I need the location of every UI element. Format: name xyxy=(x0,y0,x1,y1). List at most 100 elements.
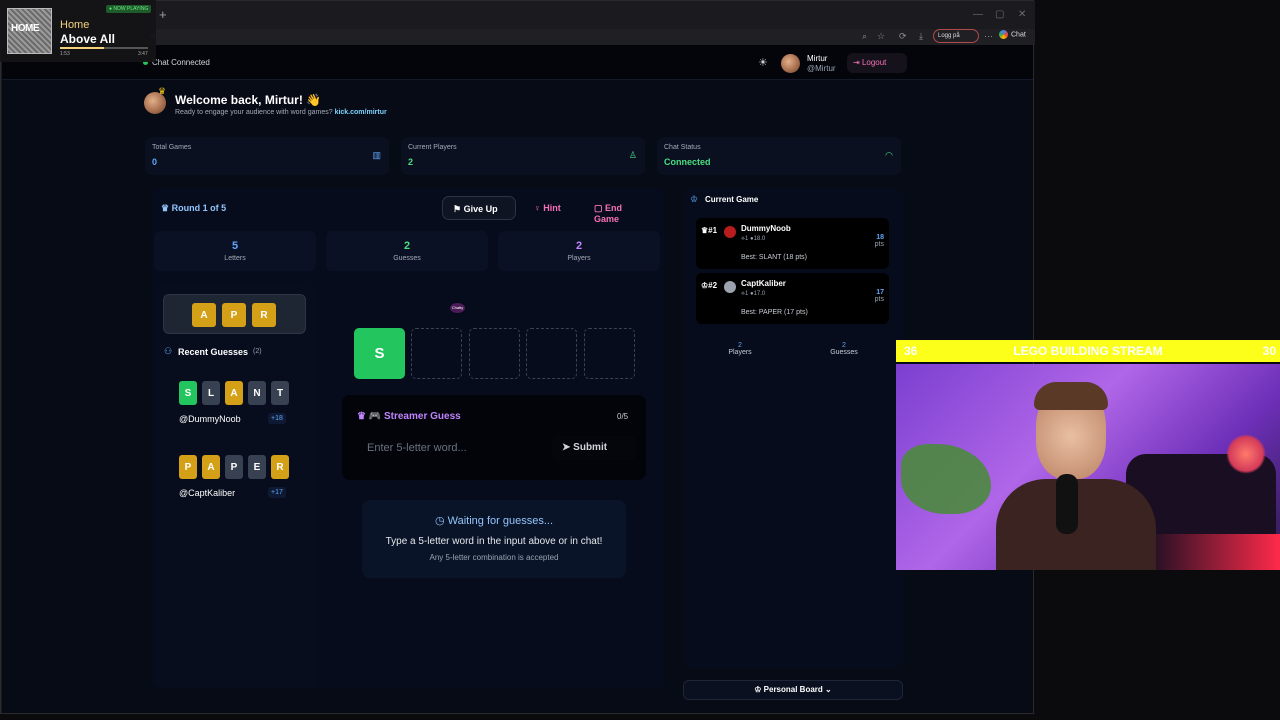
guess-points: +17 xyxy=(268,487,286,498)
login-button[interactable]: Logg på xyxy=(933,29,979,43)
player-name: CaptKaliber xyxy=(741,279,786,288)
player-rank: ♛#1 xyxy=(701,226,717,235)
waiting-title: ◷ Waiting for guesses... xyxy=(362,514,626,527)
close-icon[interactable]: ✕ xyxy=(1018,9,1026,20)
guess-user: @CaptKaliber xyxy=(179,488,236,498)
logout-button[interactable]: ⇥ Logout xyxy=(847,53,907,73)
player-points-label: pts xyxy=(874,241,884,248)
welcome-subtitle-text: Ready to engage your audience with word … xyxy=(175,109,333,116)
extension-icon[interactable]: ⟳ xyxy=(899,31,907,42)
download-icon[interactable]: ⤓ xyxy=(919,31,923,42)
track-elapsed: 1:53 xyxy=(60,51,70,57)
player-rank-label: #1 xyxy=(708,226,718,235)
hint-button[interactable]: ♀ Hint xyxy=(524,196,574,220)
letters-value: 5 xyxy=(231,240,239,252)
guess-tile: L xyxy=(202,381,220,405)
chat-status-label: Chat Connected xyxy=(152,58,210,67)
submit-label: Submit xyxy=(573,442,608,453)
logout-icon: ⇥ xyxy=(853,58,862,67)
chat-button-label: Chat xyxy=(1011,31,1026,39)
player-rank: ♔#2 xyxy=(701,281,717,290)
waiting-sub: Any 5-letter combination is accepted xyxy=(429,553,559,562)
guess-tile: R xyxy=(271,455,289,479)
players-stat: 2 Players xyxy=(498,231,660,271)
current-game-guesses: 2 Guesses xyxy=(824,342,864,356)
players-value: 2 xyxy=(575,240,583,252)
guess-user: @DummyNoob xyxy=(179,414,241,424)
player-card: ♛#1 DummyNoob ⟡1 ●18.0 Best: SLANT (18 p… xyxy=(696,218,889,269)
current-word-tile: S xyxy=(354,328,405,379)
players-label: Players xyxy=(567,255,591,262)
player-stats: ⟡1 ●18.0 xyxy=(741,236,766,242)
welcome-title: Welcome back, Mirtur! 👋 xyxy=(175,93,322,107)
submit-button[interactable]: ➤ Submit xyxy=(552,436,636,460)
zoom-icon[interactable]: ⌕ xyxy=(862,31,867,42)
chat-logo-icon xyxy=(999,30,1008,39)
menu-icon[interactable]: ⋯ xyxy=(984,31,993,42)
stat-chat-status: Chat Status Connected ◠ xyxy=(657,137,901,175)
now-playing-overlay: HOME ● NOW PLAYING Home Above All 1:53 3… xyxy=(0,0,156,62)
letters-label: Letters xyxy=(224,255,246,262)
streamer-guess-title: ♛ 🎮 Streamer Guess xyxy=(357,411,461,422)
revealed-tile: A xyxy=(192,303,216,327)
star-icon[interactable]: ☆ xyxy=(877,31,885,42)
avatar xyxy=(724,281,736,293)
player-best: Best: PAPER (17 pts) xyxy=(741,309,808,316)
minimize-icon[interactable]: — xyxy=(973,9,983,20)
guess-tile: P xyxy=(225,455,243,479)
guess-points: +18 xyxy=(268,413,286,424)
streamer-guess-count: 0/5 xyxy=(617,412,629,421)
stat-current-players: Current Players 2 ♙ xyxy=(401,137,645,175)
give-up-label: Give Up xyxy=(463,204,498,214)
plush-shape xyxy=(901,444,991,514)
players-count-label: Players xyxy=(728,349,752,356)
stat-label: Total Games xyxy=(152,144,192,151)
stat-label: Chat Status xyxy=(664,144,701,151)
end-game-button[interactable]: ▢ End Game xyxy=(584,196,659,224)
app-header: Chat Connected ☀ Mirtur @Mirtur ⇥ Logout xyxy=(2,45,1033,80)
tab-bar: + — ▢ ✕ xyxy=(1,1,1035,29)
stat-value: Connected xyxy=(664,157,711,167)
album-art: HOME xyxy=(7,8,52,54)
banner-right-number: 30 xyxy=(1262,344,1276,358)
current-game-title: Current Game xyxy=(705,195,759,204)
revealed-tile: P xyxy=(222,303,246,327)
logout-label: Logout xyxy=(861,58,887,67)
personal-board-toggle[interactable]: ♔ Personal Board ⌄ xyxy=(683,680,903,700)
streamer-guess-input[interactable] xyxy=(357,436,545,460)
recent-guesses-count: (2) xyxy=(253,348,262,355)
banner-title: LEGO BUILDING STREAM xyxy=(1013,344,1163,358)
stat-total-games: Total Games 0 ▥ xyxy=(145,137,389,175)
now-playing-badge: ● NOW PLAYING xyxy=(106,5,152,13)
streamer-hair xyxy=(1034,382,1108,410)
give-up-button[interactable]: ⚑ Give Up xyxy=(442,196,516,220)
waiting-title-text: Waiting for guesses... xyxy=(447,515,553,527)
trophy-icon: ♔ xyxy=(690,194,699,204)
new-tab-button[interactable]: + xyxy=(159,7,167,22)
round-label: Round 1 of 5 xyxy=(171,203,227,213)
trophy-icon: ♔ xyxy=(754,685,764,694)
guesses-label: Guesses xyxy=(393,255,421,262)
track-title: Above All xyxy=(60,32,115,46)
player-points: 17 pts xyxy=(875,289,884,303)
channel-link[interactable]: kick.com/mirtur xyxy=(335,109,387,116)
guess-tile: E xyxy=(248,455,266,479)
webcam-feed xyxy=(896,364,1280,570)
crown-icon: ♛ xyxy=(161,203,172,213)
avatar[interactable] xyxy=(781,54,800,73)
lightbulb-icon: ♀ xyxy=(534,203,544,213)
current-game-players: 2 Players xyxy=(720,342,760,356)
users-icon: ⚇ xyxy=(164,346,173,356)
waiting-body: Type a 5-letter word in the input above … xyxy=(385,536,603,547)
chevron-down-icon: ⌄ xyxy=(822,685,832,694)
theme-toggle-icon[interactable]: ☀ xyxy=(758,56,768,69)
letters-stat: 5 Letters xyxy=(154,231,316,271)
user-icon: ♙ xyxy=(628,150,637,160)
personal-board-label: Personal Board xyxy=(763,685,823,694)
player-points-label: pts xyxy=(874,296,884,303)
welcome-subtitle: Ready to engage your audience with word … xyxy=(175,109,387,116)
address-bar[interactable]: d ⌕ ☆ ⟳ ⤓ Logg på ⋯ Chat xyxy=(1,29,1035,45)
album-name: Home xyxy=(60,19,90,31)
chat-button[interactable]: Chat xyxy=(999,30,1026,39)
maximize-icon[interactable]: ▢ xyxy=(995,9,1004,20)
